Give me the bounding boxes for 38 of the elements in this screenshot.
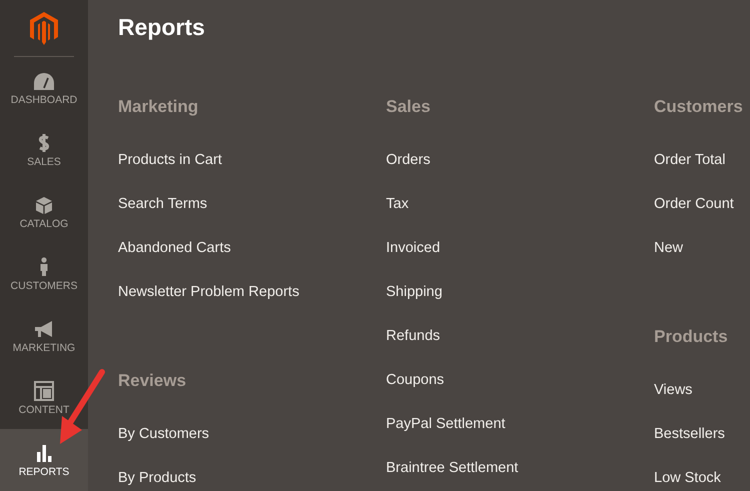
- section-heading: Sales: [386, 97, 432, 117]
- nav-item[interactable]: REPORTS: [0, 429, 88, 491]
- section-heading: Products: [654, 327, 729, 347]
- report-link[interactable]: Products in Cart: [118, 150, 386, 170]
- report-link[interactable]: Coupons: [386, 370, 654, 390]
- report-link[interactable]: Search Terms: [118, 194, 386, 214]
- section-heading: Customers: [654, 97, 744, 117]
- section-heading: Marketing: [118, 97, 200, 117]
- report-link[interactable]: Order Count: [654, 194, 750, 214]
- report-link[interactable]: Views: [654, 380, 750, 400]
- report-link[interactable]: PayPal Settlement: [386, 414, 654, 434]
- page-title: Reports: [118, 14, 206, 40]
- report-link[interactable]: By Products: [118, 468, 386, 488]
- nav-item[interactable]: DASHBOARD: [0, 57, 88, 119]
- box-icon: [33, 195, 55, 215]
- section-heading: Reviews: [118, 371, 188, 391]
- report-link[interactable]: Shipping: [386, 282, 654, 302]
- report-link[interactable]: Newsletter Problem Reports: [118, 282, 386, 302]
- layout-icon: [33, 381, 55, 401]
- nav-item[interactable]: CATALOG: [0, 181, 88, 243]
- nav-item[interactable]: CONTENT: [0, 367, 88, 429]
- nav-item[interactable]: CUSTOMERS: [0, 243, 88, 305]
- report-link[interactable]: By Customers: [118, 424, 386, 444]
- report-link[interactable]: Orders: [386, 150, 654, 170]
- report-link[interactable]: Refunds: [386, 326, 654, 346]
- report-link[interactable]: Braintree Settlement: [386, 458, 654, 478]
- report-link[interactable]: Invoiced: [386, 238, 654, 258]
- report-link[interactable]: New: [654, 238, 750, 258]
- megaphone-icon: [33, 319, 55, 339]
- report-link[interactable]: Order Total: [654, 150, 750, 170]
- report-link[interactable]: Abandoned Carts: [118, 238, 386, 258]
- gauge-icon: [33, 71, 55, 91]
- report-link[interactable]: Low Stock: [654, 468, 750, 488]
- report-link[interactable]: Tax: [386, 194, 654, 214]
- report-link[interactable]: Bestsellers: [654, 424, 750, 444]
- nav-item[interactable]: MARKETING: [0, 305, 88, 367]
- nav-item[interactable]: SALES: [0, 119, 88, 181]
- logo-icon: [30, 12, 58, 44]
